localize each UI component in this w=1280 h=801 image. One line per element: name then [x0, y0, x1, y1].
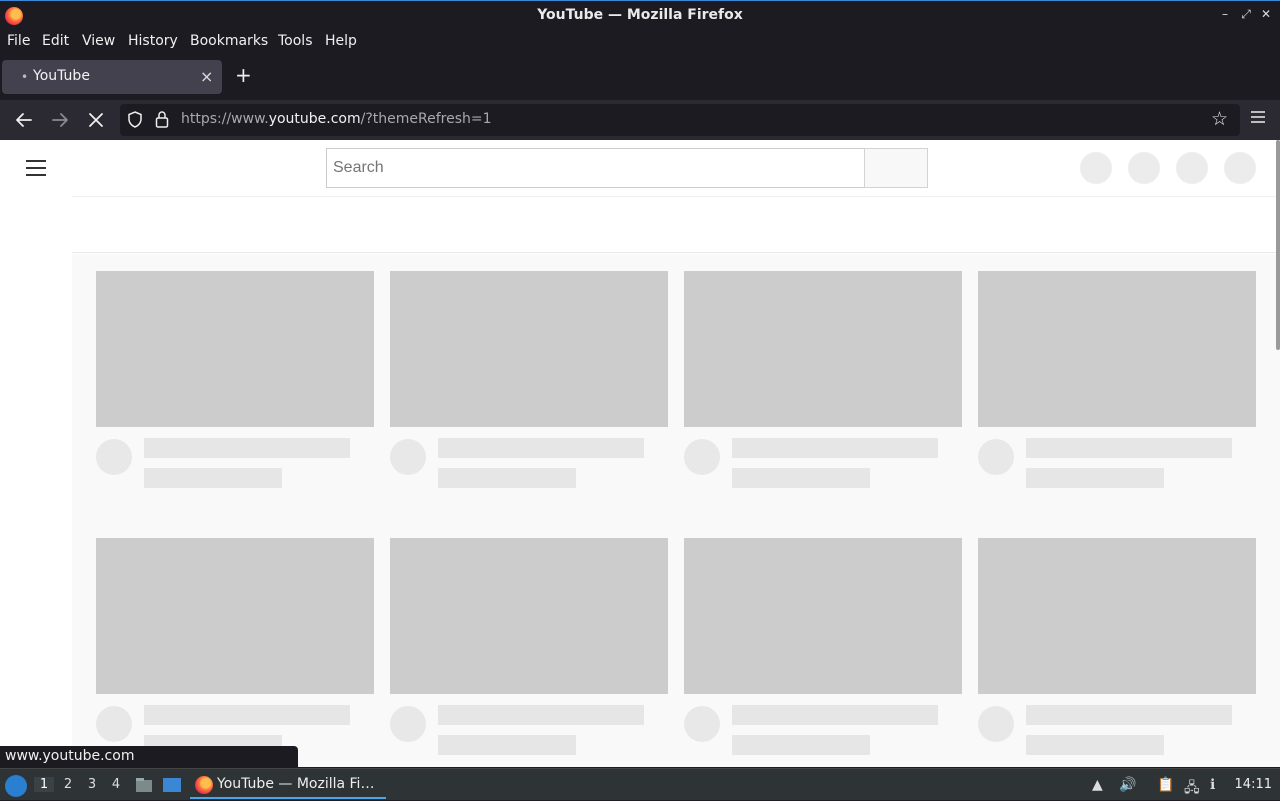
- tab-close-icon[interactable]: ×: [200, 67, 213, 86]
- video-thumbnail-skeleton[interactable]: [390, 538, 668, 694]
- desktop-icon[interactable]: [162, 776, 182, 794]
- video-title-skeleton: [1026, 438, 1232, 458]
- menu-tools[interactable]: Tools: [278, 33, 313, 49]
- video-title-skeleton: [732, 438, 938, 458]
- video-title-skeleton: [438, 438, 644, 458]
- taskbar-firefox-window[interactable]: YouTube — Mozilla Fi…: [190, 771, 386, 799]
- video-thumbnail-skeleton[interactable]: [96, 271, 374, 427]
- header-icon-placeholder[interactable]: [1080, 152, 1112, 184]
- video-title-skeleton: [438, 705, 644, 725]
- back-arrow-icon[interactable]: [12, 108, 36, 132]
- video-thumbnail-skeleton[interactable]: [978, 271, 1256, 427]
- start-menu-icon[interactable]: [5, 775, 27, 797]
- workspace-4[interactable]: 4: [106, 777, 126, 792]
- tracking-protection-shield-icon[interactable]: [128, 111, 142, 128]
- maximize-icon[interactable]: ⤢: [1239, 7, 1253, 22]
- channel-avatar-skeleton: [390, 706, 426, 742]
- tab-strip: • YouTube × +: [0, 54, 1280, 100]
- app-menu-icon[interactable]: [1250, 110, 1266, 124]
- workspace-3[interactable]: 3: [82, 777, 102, 792]
- video-title-skeleton: [144, 438, 350, 458]
- tab-label: YouTube: [33, 68, 90, 84]
- close-window-icon[interactable]: ✕: [1259, 7, 1273, 21]
- tray-updates-icon[interactable]: ▲: [1092, 777, 1103, 793]
- search-button[interactable]: [864, 148, 928, 188]
- clock[interactable]: 14:11: [1235, 777, 1272, 792]
- menu-history[interactable]: History: [128, 33, 178, 49]
- menu-file[interactable]: File: [7, 33, 30, 49]
- navigation-toolbar: https://www.youtube.com/?themeRefresh=1 …: [0, 100, 1280, 140]
- video-thumbnail-skeleton[interactable]: [684, 271, 962, 427]
- video-thumbnail-skeleton[interactable]: [96, 538, 374, 694]
- video-meta-skeleton: [732, 468, 870, 488]
- stop-loading-icon[interactable]: [84, 108, 108, 132]
- video-meta-skeleton: [438, 735, 576, 755]
- link-status-popup: www.youtube.com: [0, 746, 298, 768]
- menu-edit[interactable]: Edit: [42, 33, 69, 49]
- menu-help[interactable]: Help: [325, 33, 357, 49]
- video-title-skeleton: [144, 705, 350, 725]
- video-grid: [72, 254, 1280, 767]
- chips-bar-placeholder: [72, 197, 1280, 253]
- system-taskbar: 1 2 3 4 YouTube — Mozilla Fi… ▲ 🔊 📋 🖧 ℹ …: [0, 768, 1280, 800]
- video-thumbnail-skeleton[interactable]: [390, 271, 668, 427]
- bookmark-star-icon[interactable]: ☆: [1211, 108, 1228, 130]
- video-title-skeleton: [732, 705, 938, 725]
- channel-avatar-skeleton: [684, 439, 720, 475]
- workspace-2[interactable]: 2: [58, 777, 78, 792]
- video-meta-skeleton: [732, 735, 870, 755]
- minimize-icon[interactable]: –: [1218, 7, 1232, 21]
- channel-avatar-skeleton: [390, 439, 426, 475]
- video-title-skeleton: [1026, 705, 1232, 725]
- tab-youtube[interactable]: • YouTube ×: [2, 60, 222, 94]
- menu-bar: File Edit View History Bookmarks Tools H…: [0, 30, 1280, 54]
- taskbar-window-label: YouTube — Mozilla Fi…: [217, 776, 375, 792]
- file-manager-icon[interactable]: [135, 776, 153, 794]
- clipboard-icon[interactable]: 📋: [1157, 777, 1174, 793]
- video-meta-skeleton: [1026, 468, 1164, 488]
- url-bar[interactable]: https://www.youtube.com/?themeRefresh=1 …: [120, 104, 1240, 136]
- menu-view[interactable]: View: [82, 33, 115, 49]
- guide-menu-icon[interactable]: [26, 160, 46, 181]
- volume-icon[interactable]: 🔊: [1119, 777, 1136, 793]
- channel-avatar-skeleton: [96, 706, 132, 742]
- channel-avatar-skeleton: [684, 706, 720, 742]
- channel-avatar-skeleton: [978, 706, 1014, 742]
- new-tab-button[interactable]: +: [235, 65, 252, 85]
- window-titlebar: YouTube — Mozilla Firefox – ⤢ ✕: [0, 0, 1280, 30]
- forward-arrow-icon[interactable]: [48, 108, 72, 132]
- video-meta-skeleton: [144, 468, 282, 488]
- video-thumbnail-skeleton[interactable]: [684, 538, 962, 694]
- window-title: YouTube — Mozilla Firefox: [537, 7, 743, 23]
- firefox-icon: [195, 776, 213, 794]
- tab-loading-indicator: •: [21, 70, 29, 84]
- notification-icon[interactable]: ℹ: [1210, 777, 1215, 793]
- page-content: [0, 140, 1280, 767]
- video-thumbnail-skeleton[interactable]: [978, 538, 1256, 694]
- header-icon-placeholder[interactable]: [1128, 152, 1160, 184]
- video-meta-skeleton: [438, 468, 576, 488]
- video-meta-skeleton: [1026, 735, 1164, 755]
- network-icon[interactable]: 🖧: [1184, 777, 1200, 801]
- header-icon-placeholder[interactable]: [1176, 152, 1208, 184]
- search-input[interactable]: [326, 148, 866, 188]
- page-scrollbar[interactable]: [1276, 140, 1280, 350]
- channel-avatar-skeleton: [978, 439, 1014, 475]
- url-text[interactable]: https://www.youtube.com/?themeRefresh=1: [181, 111, 492, 127]
- menu-bookmarks[interactable]: Bookmarks: [190, 33, 268, 49]
- avatar-placeholder[interactable]: [1224, 152, 1256, 184]
- lock-icon[interactable]: [155, 110, 169, 128]
- workspace-1[interactable]: 1: [34, 777, 54, 792]
- channel-avatar-skeleton: [96, 439, 132, 475]
